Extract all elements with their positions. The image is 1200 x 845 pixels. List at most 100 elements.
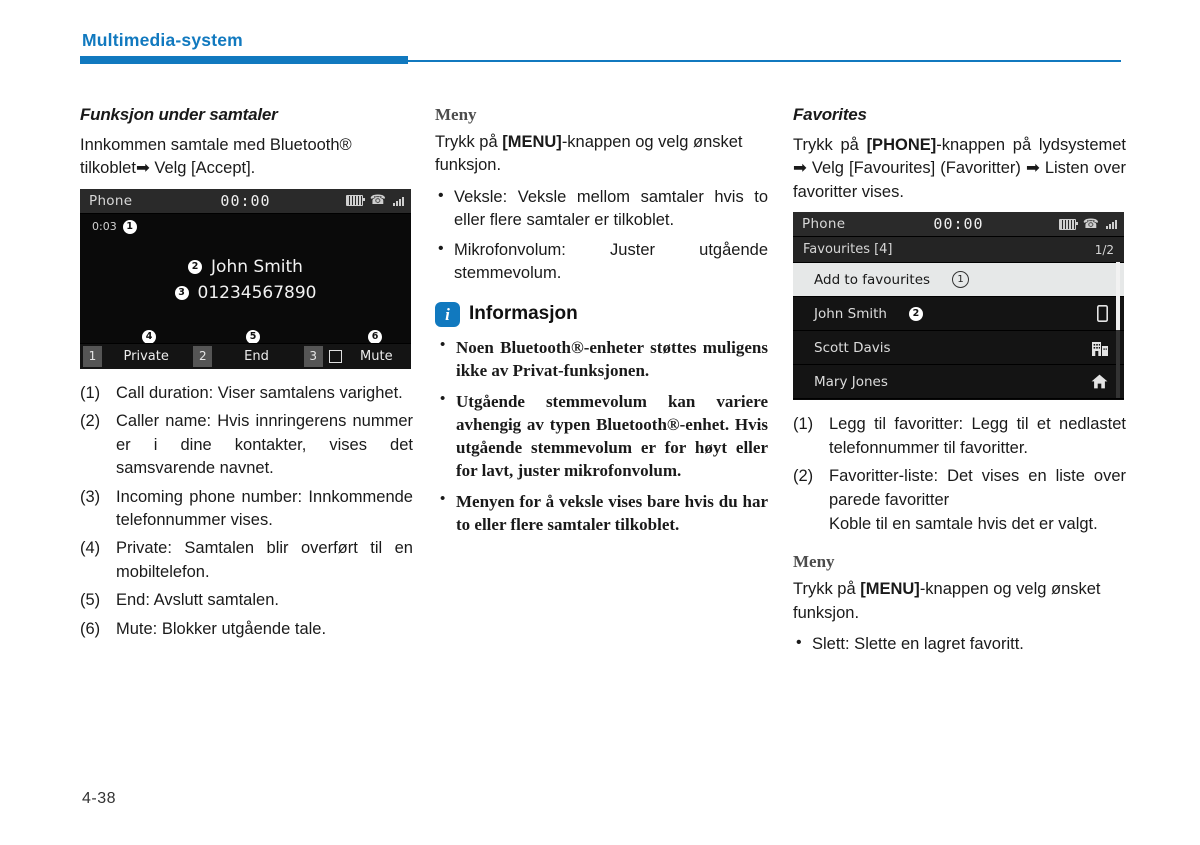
meny-bullet-list-col2: Veksle: Veksle mellom samtaler hvis to e… [435,185,768,286]
list-item: Utgående stemmevolum kan variere avhengi… [435,389,768,482]
content-column-2: Meny Trykk på [MENU]-knappen og velg øns… [435,105,768,544]
favourites-subheader: Favourites [4] 1/2 [793,237,1124,264]
softkey-mute[interactable]: 3 Mute [301,344,411,369]
info-icon: i [435,301,460,327]
list-item: (2) Caller name: Hvis innringerens numme… [80,410,413,480]
signal-icon [1106,219,1117,230]
intro-paragraph-favorites: Trykk på [PHONE]-knappen på lydsystemet … [793,134,1126,204]
status-bar-icons: ☎ [345,193,404,209]
list-item-text: End: Avslutt samtalen. [116,591,279,610]
softkey-end[interactable]: 2 End [190,344,300,369]
mobile-phone-icon [1097,305,1108,323]
favourites-row-label: John Smith [814,305,887,322]
list-item: (2) Favoritter-liste: Det vises en liste… [793,465,1126,536]
callout-badge-6: 6 [368,329,382,344]
softkey-number-2: 2 [193,345,213,367]
list-item-text: Caller name: Hvis innringerens nummer er… [116,412,413,478]
list-item: Noen Bluetooth®-enheter støttes muligens… [435,335,768,382]
list-item-text: Legg til favoritter: Legg til et nedlast… [829,415,1126,457]
list-item: Slett: Slette en lagret favoritt. [793,632,1126,656]
callout-legend-list-column3: (1) Legg til favoritter: Legg til et ned… [793,413,1126,536]
mute-checkbox-icon[interactable] [328,349,342,363]
caller-name-value: John Smith [211,256,303,277]
favourites-row-label: Scott Davis [814,339,891,356]
list-item: (4) Private: Samtalen blir overført til … [80,537,413,584]
menu-button-ref: [MENU] [860,580,920,599]
information-heading: i Informasjon [435,301,768,327]
bluetooth-phone-icon: ☎ [1082,216,1099,232]
header-rule-line [408,60,1121,62]
list-item: Menyen for å veksle vises bare hvis du h… [435,489,768,536]
header-accent-bar [80,56,408,64]
list-item: (3) Incoming phone number: Innkommende t… [80,486,413,533]
meny-bullet-list-col3: Slett: Slette en lagret favoritt. [793,632,1126,656]
callout-badge-4: 4 [142,329,156,344]
list-item: (1) Call duration: Viser samtalens varig… [80,382,413,405]
list-item-label: (1) [80,383,101,402]
callout-badge-1: 1 [952,271,970,289]
battery-icon [345,195,365,207]
phone-button-ref: [PHONE] [866,136,937,154]
page-title: Multimedia-system [82,30,243,50]
softkey-number-1: 1 [83,345,102,367]
section-title-meny-col2: Meny [435,105,477,124]
list-item-text: Incoming phone number: Innkommende telef… [116,487,413,529]
information-bullet-list: Noen Bluetooth®-enheter støttes muligens… [435,335,768,537]
list-item-label: (5) [80,591,101,610]
list-item-label: (2) [80,412,101,431]
page-number: 4-38 [82,790,117,807]
favourites-screen-figure: Phone 00:00 ☎ Favourites [4] 1/2 Add to … [793,212,1124,401]
information-title: Informasjon [469,303,578,325]
favourites-page-indicator: 1/2 [1094,242,1114,257]
list-item: (6) Mute: Blokker utgående tale. [80,618,413,641]
section-title-favorites: Favorites [793,105,867,124]
softkey-number-3: 3 [303,345,323,367]
favourites-row-label: Add to favourites [814,271,931,288]
caller-number-value: 01234567890 [197,282,317,303]
favourites-row-add[interactable]: Add to favourites 1 [793,263,1124,298]
softkey-private[interactable]: 1 Private [80,344,190,369]
list-item-text: Call duration: Viser samtalens varighet. [116,383,403,402]
meny-intro-pre: Trykk på [435,133,503,151]
list-item-label: (3) [80,487,101,506]
list-item-text: Favoritter-liste: Det vises en liste ove… [829,467,1126,509]
list-item-subtext: Koble til en samtale hvis det er valgt. [829,514,1098,533]
status-bar-icons: ☎ [1058,216,1117,232]
caller-number-display: 3 01234567890 [80,283,411,303]
list-item: (1) Legg til favoritter: Legg til et ned… [793,413,1126,460]
favourites-row-john-smith[interactable]: John Smith 2 [793,297,1124,332]
section-title-meny-col3: Meny [793,552,835,572]
softkey-label-mute: Mute [360,348,393,364]
list-item-text: Mute: Blokker utgående tale. [116,619,327,638]
softkey-label-private: Private [123,348,169,364]
call-duration-display: 0:03 1 [92,219,137,234]
caller-name-display: 2 John Smith [80,257,411,277]
favourites-scrollbar-thumb[interactable] [1116,262,1120,331]
meny-intro-pre: Trykk på [793,580,861,599]
favourites-row-label: Mary Jones [814,373,888,390]
fav-intro-pre: Trykk på [793,136,867,154]
content-column-1: Funksjon under samtaler Innkommen samtal… [80,105,413,646]
favourites-row-mary-jones[interactable]: Mary Jones [793,365,1124,400]
list-item-label: (6) [80,619,101,638]
bluetooth-phone-icon: ☎ [369,193,386,209]
section-title-funksjon: Funksjon under samtaler [80,105,278,124]
list-item: Veksle: Veksle mellom samtaler hvis to e… [435,185,768,233]
softkey-bar: 1 Private 2 End 3 Mute [80,342,411,369]
callout-badge-5: 5 [246,329,260,344]
home-icon [1091,374,1108,389]
list-item-text: Private: Samtalen blir overført til en m… [116,539,413,581]
list-item-label: (2) [793,467,814,486]
callout-badge-2: 2 [188,259,203,274]
call-duration-value: 0:03 [92,220,117,234]
list-item-label: (4) [80,539,101,558]
favourites-row-scott-davis[interactable]: Scott Davis [793,331,1124,366]
callout-legend-list-column1: (1) Call duration: Viser samtalens varig… [80,382,413,641]
callout-badge-3: 3 [174,285,189,300]
intro-paragraph-call: Innkommen samtale med Bluetooth® tilkobl… [80,136,352,178]
callout-badge-2: 2 [908,306,923,321]
meny-intro-col2: Trykk på [MENU]-knappen og velg ønsket f… [435,131,768,178]
list-item: (5) End: Avslutt samtalen. [80,589,413,612]
callout-badge-1: 1 [122,219,137,234]
favourites-list-title: Favourites [4] [803,242,893,258]
